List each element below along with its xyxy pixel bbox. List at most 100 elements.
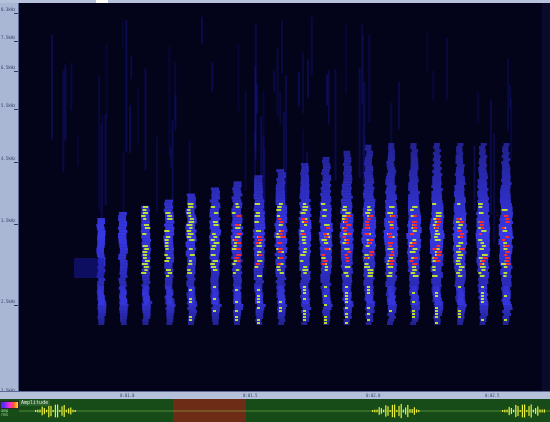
harmonic-core xyxy=(481,295,484,297)
waveform-canvas xyxy=(19,403,550,419)
pulse-band xyxy=(275,226,287,230)
pulse-peak xyxy=(278,251,282,253)
harmonic-band xyxy=(365,322,372,325)
pulse-peak xyxy=(413,227,418,229)
pulse-band xyxy=(409,191,421,194)
pulse-band xyxy=(479,149,486,152)
pulse-peak xyxy=(367,242,372,244)
pulse-band xyxy=(477,191,488,194)
harmonic-band xyxy=(457,292,465,295)
pulse-band xyxy=(142,238,152,242)
pulse-band xyxy=(299,193,310,196)
pulse-band xyxy=(410,164,419,167)
pulse-band xyxy=(119,247,128,251)
pulse-peak xyxy=(459,248,465,250)
pulse-peak xyxy=(255,263,260,265)
waveform-sample xyxy=(54,404,56,418)
pulse-peak xyxy=(459,233,465,235)
harmonic-core xyxy=(481,286,484,288)
pulse-band xyxy=(321,168,330,172)
pulse-band xyxy=(165,220,175,224)
harmonic-band xyxy=(301,301,310,304)
noise-streak xyxy=(302,52,305,114)
pulse-band xyxy=(385,179,395,182)
pulse-band xyxy=(254,217,265,221)
harmonic-band xyxy=(387,313,395,316)
pulse-core xyxy=(321,203,326,205)
pulse-band xyxy=(322,174,332,178)
pulse-core xyxy=(212,260,219,262)
pulse-band xyxy=(342,186,352,190)
pulse-band xyxy=(232,265,242,269)
harmonic-band xyxy=(120,292,128,295)
vertical-scrollbar[interactable] xyxy=(542,3,550,391)
pulse-peak xyxy=(388,263,394,265)
harmonic-band xyxy=(142,298,151,301)
pulse-core xyxy=(367,269,374,271)
harmonic-band xyxy=(365,316,373,319)
pulse-band xyxy=(319,219,332,223)
harmonic-band xyxy=(502,289,510,292)
pulse-peak xyxy=(324,236,329,238)
pulse-band xyxy=(341,189,351,193)
harmonic-core xyxy=(213,310,216,312)
time-tick-label: 0:02.0 xyxy=(366,393,381,398)
pulse-peak xyxy=(236,233,242,235)
pulse-band xyxy=(365,180,375,184)
harmonic-band xyxy=(119,298,128,301)
pulse-band xyxy=(434,149,442,152)
harmonic-band xyxy=(211,295,219,298)
pulse-band xyxy=(407,209,420,212)
harmonic-core xyxy=(257,307,260,309)
harmonic-band xyxy=(434,301,444,304)
pulse-band xyxy=(363,189,374,193)
pulse-core xyxy=(213,224,219,226)
harmonic-band xyxy=(188,295,196,298)
pulse-band xyxy=(232,190,242,194)
harmonic-band xyxy=(411,298,419,301)
pulse-core xyxy=(142,212,148,214)
harmonic-core xyxy=(324,316,327,318)
pulse-band xyxy=(232,283,242,287)
pulse-band xyxy=(97,233,106,236)
pulse-peak xyxy=(365,224,370,226)
harmonic-band xyxy=(479,304,489,307)
harmonic-band xyxy=(387,298,396,301)
harmonic-core xyxy=(279,307,282,309)
pulse-peak xyxy=(369,251,375,253)
pulse-band xyxy=(363,279,374,283)
pulse-band xyxy=(298,256,310,259)
noise-streak xyxy=(62,70,65,173)
harmonic-band xyxy=(188,313,197,316)
pulse-band xyxy=(455,179,466,182)
spectrogram-plot[interactable] xyxy=(19,3,550,391)
pulse-core xyxy=(323,242,329,244)
harmonic-band xyxy=(211,316,219,319)
pulse-band xyxy=(187,199,196,203)
noise-streak xyxy=(254,23,257,161)
pulse-band xyxy=(321,270,332,274)
harmonic-band xyxy=(434,304,444,307)
pulse-band xyxy=(233,277,242,281)
pulse-band xyxy=(118,256,126,260)
pulse-peak xyxy=(280,236,286,238)
pulse-band xyxy=(385,209,398,212)
pulse-band xyxy=(408,197,419,200)
harmonic-band xyxy=(278,295,286,298)
pulse-core xyxy=(455,263,462,265)
pulse-band xyxy=(97,218,105,221)
pulse-band xyxy=(254,226,266,230)
noise-streak xyxy=(344,25,347,94)
harmonic-band xyxy=(119,286,125,289)
harmonic-band xyxy=(301,304,310,307)
waveform-panel[interactable]: Amplitude amp rms xyxy=(0,399,550,422)
waveform-sample xyxy=(50,405,52,417)
pulse-band xyxy=(477,209,490,212)
harmonic-band xyxy=(256,304,266,307)
pulse-band xyxy=(96,251,105,254)
pulse-band xyxy=(364,171,373,175)
waveform-sample xyxy=(543,409,545,413)
pulse-band xyxy=(117,235,127,239)
pulse-core xyxy=(143,266,149,268)
pulse-core xyxy=(301,239,306,241)
